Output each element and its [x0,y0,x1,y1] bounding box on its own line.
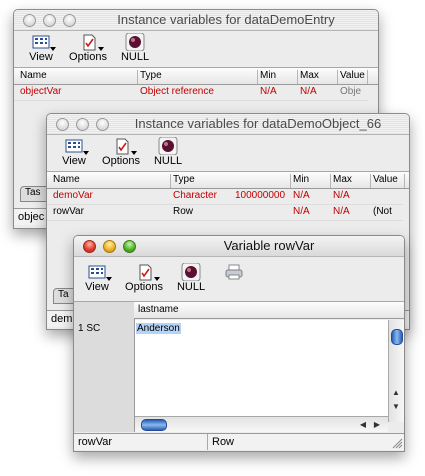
titlebar[interactable]: Instance variables for dataDemoObject_66 [47,114,409,135]
status-variable-name: rowVar [74,434,208,450]
view-grid-icon [65,139,83,153]
options-label: Options [125,281,163,293]
toolbar: View Options NULL [47,135,409,172]
cell-lastname[interactable]: Anderson [135,320,388,422]
titlebar[interactable]: Instance variables for dataDemoEntry [14,10,378,31]
var-type: Character [173,190,217,201]
options-label: Options [102,155,140,167]
null-button[interactable]: NULL [120,33,150,63]
printer-icon [225,264,243,280]
view-button[interactable]: View [26,33,56,63]
options-button[interactable]: Options [99,137,143,167]
minimize-button[interactable] [43,14,56,27]
null-ball-icon [181,263,201,281]
var-max: N/A [333,206,350,217]
print-button[interactable] [224,263,244,281]
toolbar: View Options NULL [14,31,378,68]
var-min: N/A [293,190,310,201]
close-button[interactable] [83,240,96,253]
vertical-scroll-thumb[interactable] [391,329,403,345]
column-header-max[interactable]: Max [298,70,338,84]
minimize-button[interactable] [103,240,116,253]
options-button[interactable]: Options [122,263,166,293]
chevron-down-icon [98,47,104,51]
column-header-value[interactable]: Value [371,174,405,188]
null-ball-icon [158,137,178,155]
status-variable-type: Row [212,436,235,448]
null-button[interactable]: NULL [153,137,183,167]
scroll-down-arrow-icon[interactable]: ▼ [390,402,402,411]
var-size: 100000000 [235,190,286,201]
column-header-name[interactable]: Name [51,174,171,188]
column-header-min[interactable]: Min [291,174,331,188]
var-name: objectVar [20,86,62,97]
var-min: N/A [293,206,310,217]
column-header-name[interactable]: Name [18,70,138,84]
options-checklist-icon [116,138,129,155]
var-type: Row [173,206,194,217]
options-label: Options [69,51,107,63]
null-label: NULL [153,155,183,167]
horizontal-scrollbar[interactable]: ◀ ▶ [135,416,388,432]
chevron-down-icon [83,151,89,155]
var-max: N/A [300,86,317,97]
table-header: Name Type Min Max Value [14,68,378,85]
var-value: Obje [340,86,362,97]
window-title: Instance variables for dataDemoObject_66 [134,116,382,131]
table-header: Name Type Min Max Value [47,172,409,189]
var-value: (Not [373,206,392,217]
status-bar: rowVar Row [74,433,404,450]
table-row[interactable]: rowVar Row N/A N/A (Not [47,205,403,221]
titlebar[interactable]: Variable rowVar [74,236,404,257]
null-button[interactable]: NULL [176,263,206,293]
column-header-type[interactable]: Type [138,70,258,84]
table-header: lastname [134,302,404,319]
view-grid-icon [32,35,50,49]
view-button[interactable]: View [82,263,112,293]
window-variable-rowvar: Variable rowVar View Options NULL lastna… [73,235,405,452]
options-checklist-icon [83,34,96,51]
resize-grip-icon[interactable] [391,437,403,449]
view-grid-icon [88,265,106,279]
scroll-left-arrow-icon[interactable]: ◀ [357,420,369,429]
view-label: View [85,281,109,293]
options-checklist-icon [139,264,152,281]
chevron-down-icon [131,151,137,155]
close-button[interactable] [56,118,69,131]
scroll-up-arrow-icon[interactable]: ▲ [390,388,402,397]
view-label: View [62,155,86,167]
chevron-down-icon [106,277,112,281]
column-header-max[interactable]: Max [331,174,371,188]
toolbar: View Options NULL [74,257,404,302]
null-ball-icon [125,33,145,51]
close-button[interactable] [23,14,36,27]
var-name: rowVar [53,206,84,217]
var-max: N/A [333,190,350,201]
column-header-type[interactable]: Type [171,174,291,188]
var-min: N/A [260,86,277,97]
table-row[interactable]: demoVar Character 100000000 N/A N/A [47,189,403,205]
table-row[interactable]: objectVar Object reference N/A N/A Obje [14,85,368,101]
row-header-1[interactable]: 1 SC [78,323,100,334]
options-button[interactable]: Options [66,33,110,63]
var-type: Object reference [140,86,214,97]
view-label: View [29,51,53,63]
column-header-value[interactable]: Value [338,70,368,84]
cell-value[interactable]: Anderson [136,323,181,334]
null-label: NULL [120,51,150,63]
window-title: Variable rowVar [223,238,315,253]
minimize-button[interactable] [76,118,89,131]
null-label: NULL [176,281,206,293]
column-header-min[interactable]: Min [258,70,298,84]
row-header-column [74,302,135,432]
column-header-lastname[interactable]: lastname [136,304,390,318]
window-title: Instance variables for dataDemoEntry [117,12,335,27]
var-name: demoVar [53,190,93,201]
scroll-right-arrow-icon[interactable]: ▶ [371,420,383,429]
chevron-down-icon [50,47,56,51]
vertical-scrollbar[interactable]: ▲ ▼ [388,320,404,422]
chevron-down-icon [154,277,160,281]
view-button[interactable]: View [59,137,89,167]
horizontal-scroll-thumb[interactable] [141,419,167,431]
